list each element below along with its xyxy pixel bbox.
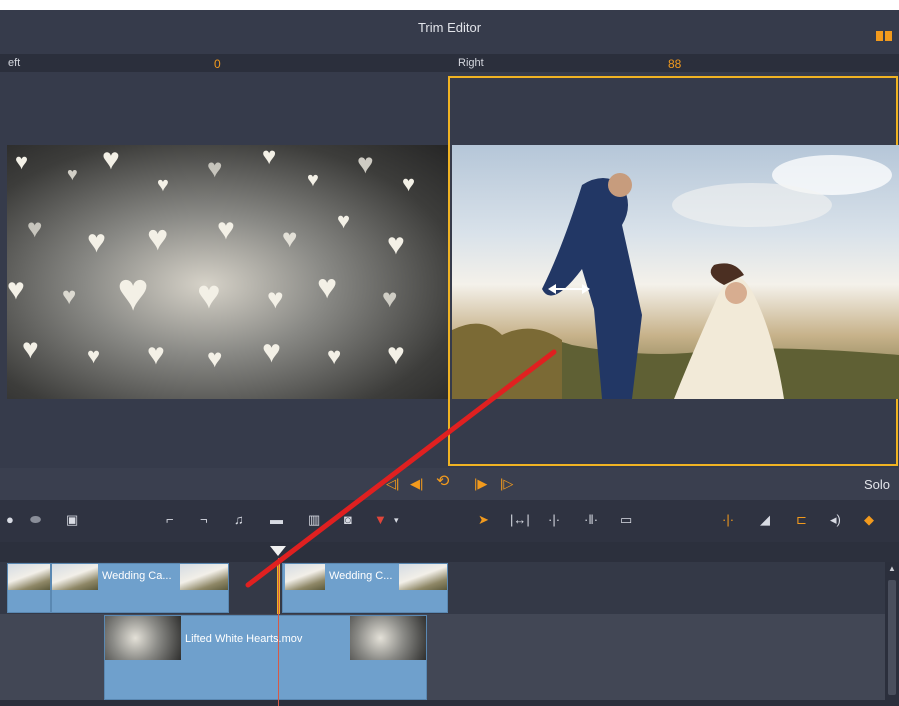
clip-thumbnail bbox=[180, 564, 228, 590]
heart-shape: ♥ bbox=[382, 283, 398, 313]
magnet-icon[interactable]: ⊏ bbox=[796, 513, 807, 526]
heart-shape: ♥ bbox=[147, 338, 165, 371]
left-value[interactable]: 0 bbox=[214, 57, 221, 71]
clip-thumbnail bbox=[52, 564, 98, 590]
heart-shape: ♥ bbox=[267, 283, 284, 314]
chevron-down-icon[interactable]: ▾ bbox=[394, 516, 399, 525]
go-to-end-icon[interactable]: |▷ bbox=[500, 477, 513, 490]
mark-in-icon[interactable]: ⌐ bbox=[166, 513, 174, 526]
trim-slip-icon[interactable]: ·|· bbox=[548, 513, 560, 526]
marker-icon[interactable]: ▼ bbox=[374, 513, 387, 526]
go-to-start-icon[interactable]: ◁| bbox=[386, 477, 399, 490]
heart-shape: ♥ bbox=[307, 169, 319, 191]
heart-shape: ♥ bbox=[402, 171, 416, 196]
audio-icon[interactable]: ◂) bbox=[830, 513, 841, 526]
heart-shape: ♥ bbox=[22, 333, 39, 364]
timeline-clip[interactable]: Wedding Ca... bbox=[51, 563, 229, 613]
clip-thumbnail bbox=[399, 564, 447, 590]
step-back-icon[interactable]: ◀| bbox=[410, 477, 423, 490]
transport-bar bbox=[0, 468, 899, 500]
solo-button[interactable]: Solo bbox=[864, 477, 890, 492]
scrollbar-thumb[interactable] bbox=[888, 580, 896, 695]
clip-thumbnail bbox=[105, 616, 181, 660]
color-icon[interactable]: ◆ bbox=[864, 513, 874, 526]
audio-ducking-icon[interactable]: ♫ bbox=[234, 513, 244, 526]
split-icon[interactable]: ·|· bbox=[722, 513, 734, 526]
clip-label: Wedding C... bbox=[329, 570, 393, 582]
heart-shape: ♥ bbox=[317, 268, 338, 306]
heart-shape: ♥ bbox=[62, 283, 77, 310]
heart-shape: ♥ bbox=[337, 208, 351, 233]
heart-shape: ♥ bbox=[15, 149, 29, 174]
mark-out-icon[interactable]: ¬ bbox=[200, 513, 208, 526]
heart-shape: ♥ bbox=[387, 338, 405, 371]
heart-shape: ♥ bbox=[147, 217, 169, 258]
scroll-up-icon[interactable]: ▲ bbox=[888, 564, 896, 573]
heart-shape: ♥ bbox=[197, 273, 221, 317]
fit-icon[interactable]: ▭ bbox=[620, 513, 632, 526]
heart-shape: ♥ bbox=[262, 333, 281, 369]
delete-icon[interactable]: ▥ bbox=[308, 513, 320, 526]
clip-label: Wedding Ca... bbox=[102, 570, 172, 582]
track-icon[interactable]: ● bbox=[6, 513, 14, 526]
timeline-clip[interactable]: Wedding C... bbox=[282, 563, 448, 613]
step-forward-icon[interactable]: |▶ bbox=[474, 477, 487, 490]
right-value[interactable]: 88 bbox=[668, 57, 681, 71]
eraser-icon[interactable]: ⬬ bbox=[30, 513, 41, 526]
heart-shape: ♥ bbox=[217, 213, 235, 246]
heart-shape: ♥ bbox=[7, 273, 25, 306]
heart-shape: ♥ bbox=[27, 213, 43, 243]
heart-shape: ♥ bbox=[207, 343, 223, 373]
window-title: Trim Editor bbox=[417, 20, 482, 35]
right-label: Right bbox=[458, 57, 484, 69]
heart-shape: ♥ bbox=[87, 343, 101, 368]
split-view-icon[interactable] bbox=[876, 31, 892, 41]
heart-shape: ♥ bbox=[67, 164, 78, 184]
timeline-clip[interactable] bbox=[7, 563, 51, 613]
heart-shape: ♥ bbox=[327, 343, 342, 370]
clip-thumbnail bbox=[285, 564, 325, 590]
left-preview-video[interactable]: ♥ ♥ ♥ ♥ ♥ ♥ ♥ ♥ ♥ ♥ ♥ ♥ ♥ ♥ ♥ ♥ ♥ ♥ ♥ ♥ … bbox=[7, 145, 448, 399]
select-tool-icon[interactable]: ➤ bbox=[478, 513, 489, 526]
timeline-ruler[interactable] bbox=[0, 542, 899, 562]
heart-shape: ♥ bbox=[207, 153, 223, 183]
trim-ripple-icon[interactable]: |↔| bbox=[510, 513, 530, 526]
heart-shape: ♥ bbox=[117, 262, 150, 322]
snapshot-icon[interactable]: ◙ bbox=[344, 513, 352, 526]
loop-play-icon[interactable]: ⟲ bbox=[436, 474, 449, 490]
playhead-line bbox=[278, 558, 279, 706]
heart-shape: ♥ bbox=[262, 145, 277, 170]
heart-shape: ♥ bbox=[282, 223, 298, 253]
ripple-insert-icon[interactable]: ◢ bbox=[760, 513, 770, 526]
heart-shape: ♥ bbox=[357, 148, 374, 179]
trim-slide-icon[interactable]: ·‖· bbox=[584, 513, 598, 526]
heart-shape: ♥ bbox=[87, 223, 106, 259]
titles-icon[interactable]: ▣ bbox=[66, 513, 78, 526]
top-strip bbox=[0, 0, 899, 10]
clip-thumbnail bbox=[350, 616, 426, 660]
heart-shape: ♥ bbox=[102, 145, 120, 176]
heart-shape: ♥ bbox=[157, 174, 169, 196]
right-preview-video[interactable] bbox=[452, 145, 899, 399]
left-label: eft bbox=[8, 57, 21, 69]
playhead-marker[interactable] bbox=[270, 546, 286, 556]
wedding-scene bbox=[452, 155, 899, 399]
clip-thumbnail bbox=[8, 564, 50, 590]
timeline-clip[interactable]: Lifted White Hearts.mov bbox=[104, 615, 427, 700]
clip-label: Lifted White Hearts.mov bbox=[185, 633, 303, 645]
heart-shape: ♥ bbox=[387, 228, 405, 261]
storyboard-icon[interactable]: ▬ bbox=[270, 513, 283, 526]
